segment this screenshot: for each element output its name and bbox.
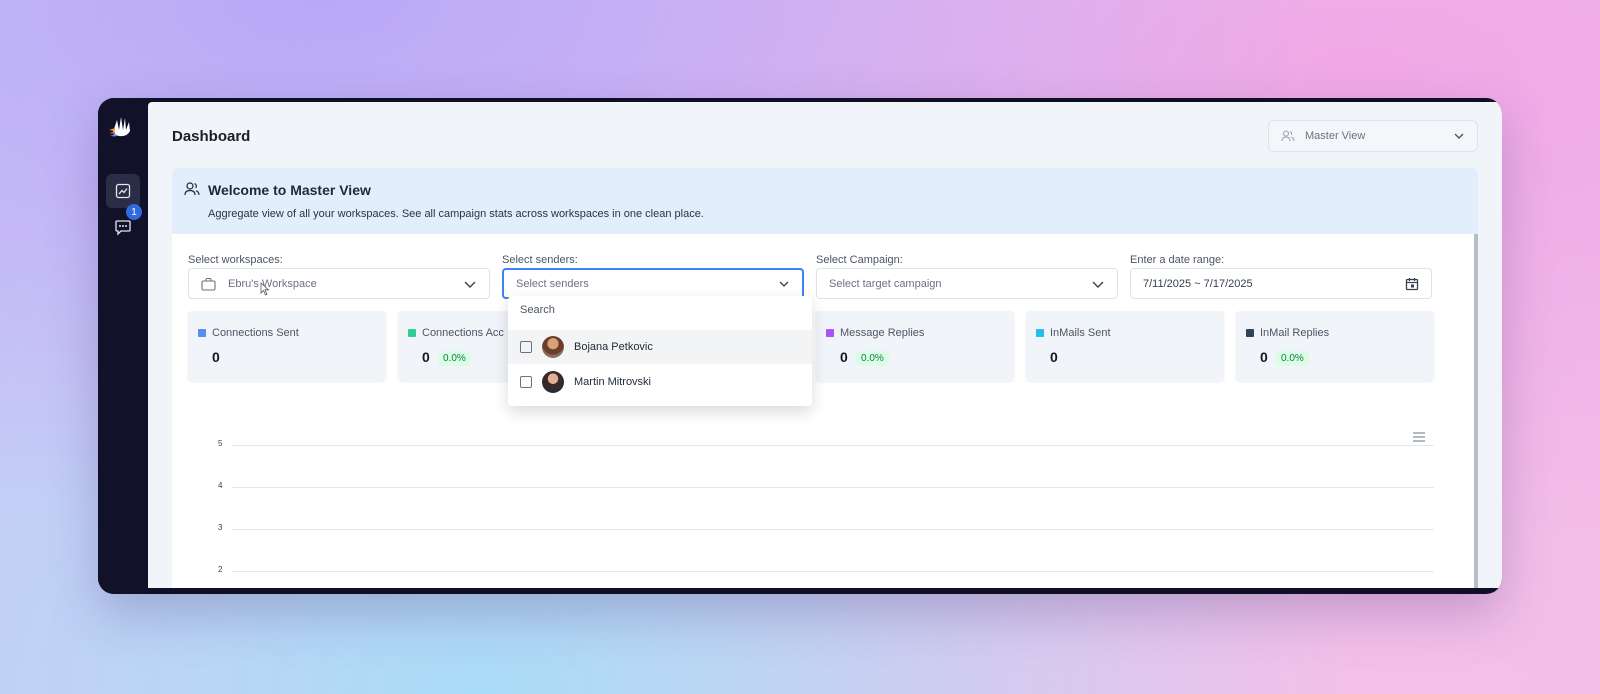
briefcase-icon (201, 277, 216, 291)
workspaces-select[interactable]: Ebru's Workspace (188, 268, 490, 299)
avatar (542, 371, 564, 393)
senders-dropdown: Search Bojana Petkovic Martin Mitrovski (508, 296, 812, 406)
senders-select[interactable]: Select senders (502, 268, 804, 299)
senders-label: Select senders: (502, 254, 578, 266)
stat-card-inmails-sent: InMails Sent 0 (1026, 311, 1224, 381)
stat-card-connections-sent: Connections Sent 0 (188, 311, 386, 381)
stat-value: 0 (1050, 349, 1058, 365)
welcome-description: Aggregate view of all your workspaces. S… (208, 208, 704, 220)
page-title: Dashboard (172, 128, 251, 145)
stat-value: 0 (212, 349, 220, 365)
notification-badge: 1 (126, 204, 142, 220)
campaign-placeholder: Select target campaign (829, 277, 942, 290)
series-swatch (198, 329, 206, 337)
chart-icon (115, 183, 131, 199)
stat-card-message-replies: Message Replies 0 0.0% (816, 311, 1014, 381)
workspaces-label: Select workspaces: (188, 254, 283, 266)
users-icon (1281, 130, 1295, 142)
date-range-value: 7/11/2025 ~ 7/17/2025 (1143, 277, 1253, 290)
series-swatch (1246, 329, 1254, 337)
stat-name: InMails Sent (1050, 327, 1111, 339)
chevron-down-icon (1092, 281, 1104, 288)
sidebar-item-dashboard[interactable] (106, 174, 140, 208)
activity-chart: 5 4 3 2 (188, 409, 1458, 588)
stat-percent: 0.0% (1276, 351, 1309, 366)
chevron-down-icon (464, 281, 476, 288)
y-tick-label: 5 (218, 439, 223, 448)
main-content: Dashboard Master View Welcome to Master … (148, 102, 1502, 588)
sender-checkbox[interactable] (520, 341, 532, 353)
date-range-label: Enter a date range: (1130, 254, 1225, 266)
welcome-banner: Welcome to Master View Aggregate view of… (172, 168, 1478, 234)
grid-line (232, 487, 1434, 488)
grid-line (232, 445, 1434, 446)
avatar (542, 336, 564, 358)
stat-name: Connections Sent (212, 327, 299, 339)
calendar-icon[interactable] (1405, 277, 1419, 291)
senders-placeholder: Select senders (516, 277, 589, 290)
grid-line (232, 529, 1434, 530)
stat-percent: 0.0% (438, 351, 471, 366)
y-tick-label: 4 (218, 481, 223, 490)
sender-name: Martin Mitrovski (574, 376, 652, 388)
stat-value: 0 (422, 349, 430, 365)
sender-name: Bojana Petkovic (574, 341, 653, 353)
campaign-label: Select Campaign: (816, 254, 903, 266)
stat-percent: 0.0% (856, 351, 889, 366)
date-range-input[interactable]: 7/11/2025 ~ 7/17/2025 (1130, 268, 1432, 299)
chat-icon (115, 220, 131, 236)
users-icon (184, 182, 200, 196)
sender-option[interactable]: Martin Mitrovski (508, 365, 812, 399)
senders-search-input[interactable]: Search (520, 304, 555, 316)
y-tick-label: 2 (218, 565, 223, 574)
mouse-cursor-icon (260, 282, 270, 296)
sidebar: 1 (98, 98, 148, 594)
series-swatch (408, 329, 416, 337)
scrollbar[interactable] (1474, 234, 1478, 588)
y-tick-label: 3 (218, 523, 223, 532)
logo-icon (109, 117, 130, 137)
view-select[interactable]: Master View (1268, 120, 1478, 152)
stat-name: InMail Replies (1260, 327, 1330, 339)
campaign-select[interactable]: Select target campaign (816, 268, 1118, 299)
stat-value: 0 (840, 349, 848, 365)
view-select-label: Master View (1305, 130, 1366, 142)
series-swatch (826, 329, 834, 337)
stat-name: Connections Acc (422, 327, 504, 339)
stat-card-inmail-replies: InMail Replies 0 0.0% (1236, 311, 1434, 381)
welcome-title: Welcome to Master View (208, 182, 371, 198)
chart-menu-icon[interactable] (1412, 431, 1426, 443)
sender-checkbox[interactable] (520, 376, 532, 388)
grid-line (232, 571, 1434, 572)
stat-value: 0 (1260, 349, 1268, 365)
chevron-down-icon (1454, 133, 1464, 139)
series-swatch (1036, 329, 1044, 337)
chevron-down-icon (779, 281, 789, 287)
sidebar-item-messages[interactable]: 1 (106, 204, 142, 244)
sender-option[interactable]: Bojana Petkovic (508, 330, 812, 364)
stats-panel: Select workspaces: Ebru's Workspace Sele… (172, 234, 1478, 588)
stat-name: Message Replies (840, 327, 925, 339)
